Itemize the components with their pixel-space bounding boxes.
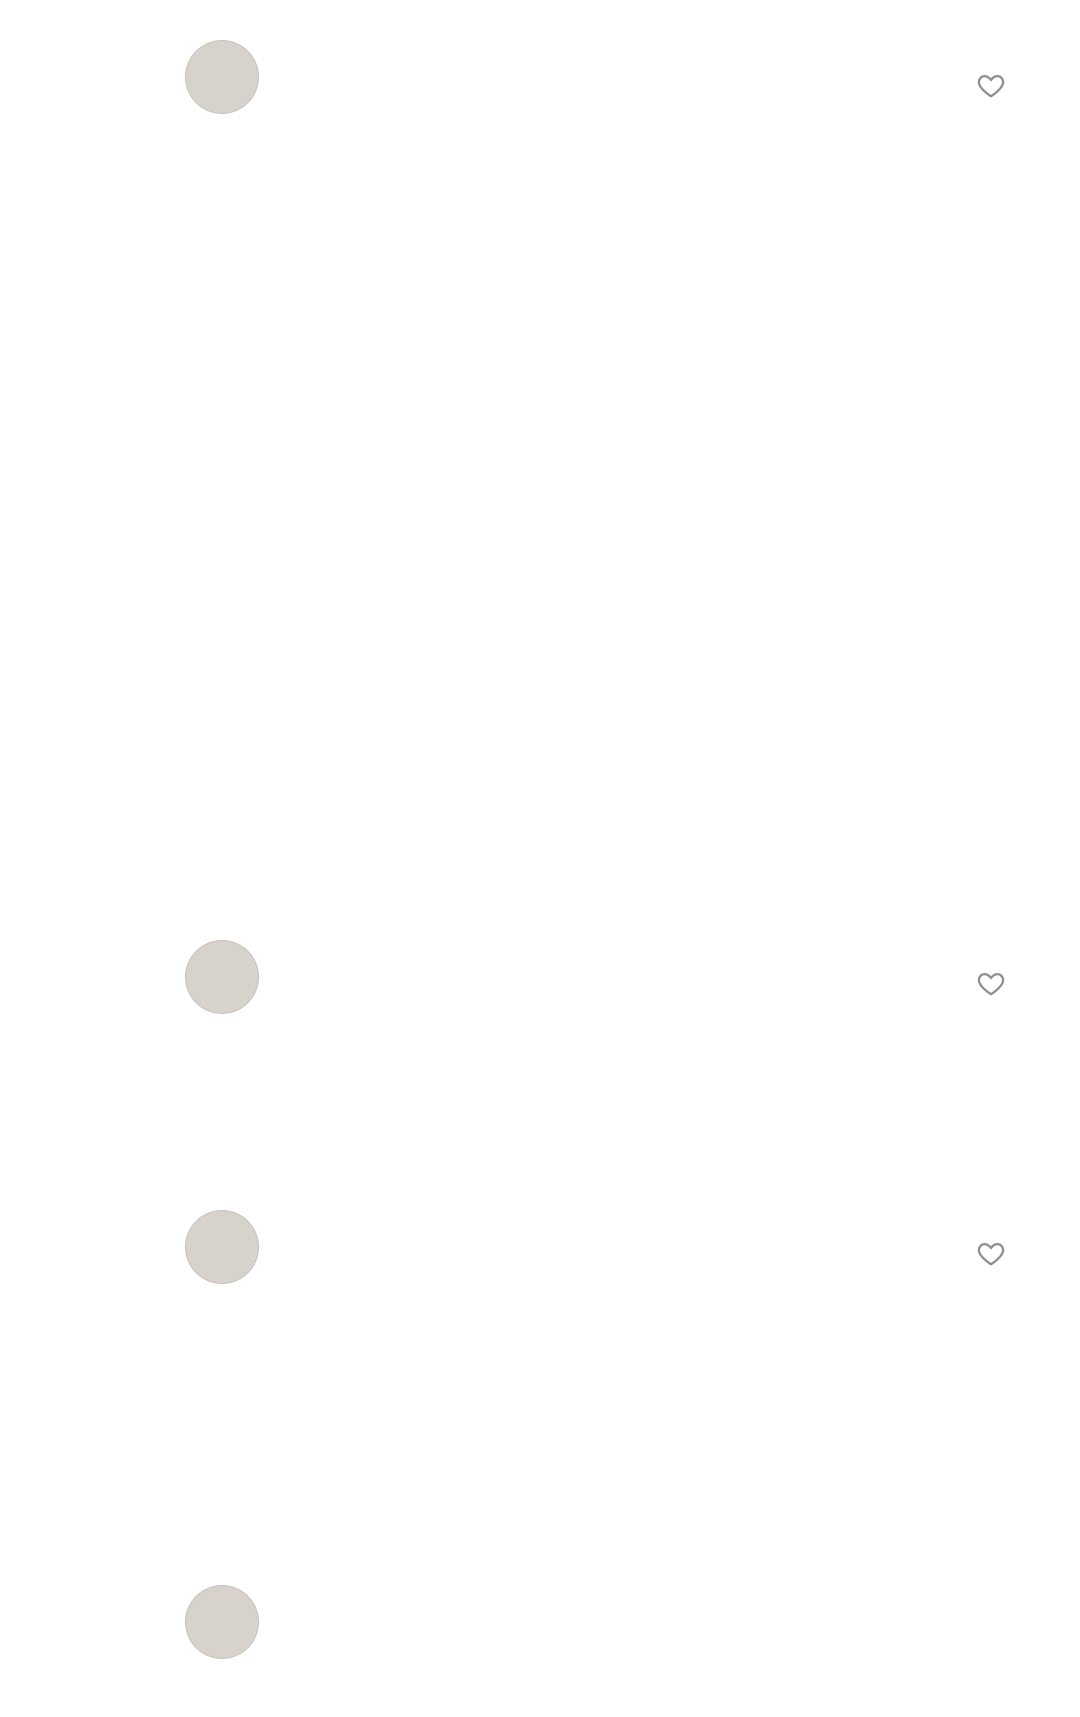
avatar[interactable] — [185, 940, 259, 1014]
avatar[interactable] — [185, 40, 259, 114]
heart-outline-icon[interactable] — [976, 70, 1006, 100]
comment-meta — [292, 1422, 757, 1464]
heart-outline-icon[interactable] — [976, 968, 1006, 998]
heart-outline-icon[interactable] — [976, 1238, 1006, 1268]
avatar[interactable] — [185, 1585, 259, 1659]
comment-meta — [292, 1100, 757, 1142]
avatar[interactable] — [185, 1210, 259, 1284]
comment-meta — [292, 840, 757, 882]
